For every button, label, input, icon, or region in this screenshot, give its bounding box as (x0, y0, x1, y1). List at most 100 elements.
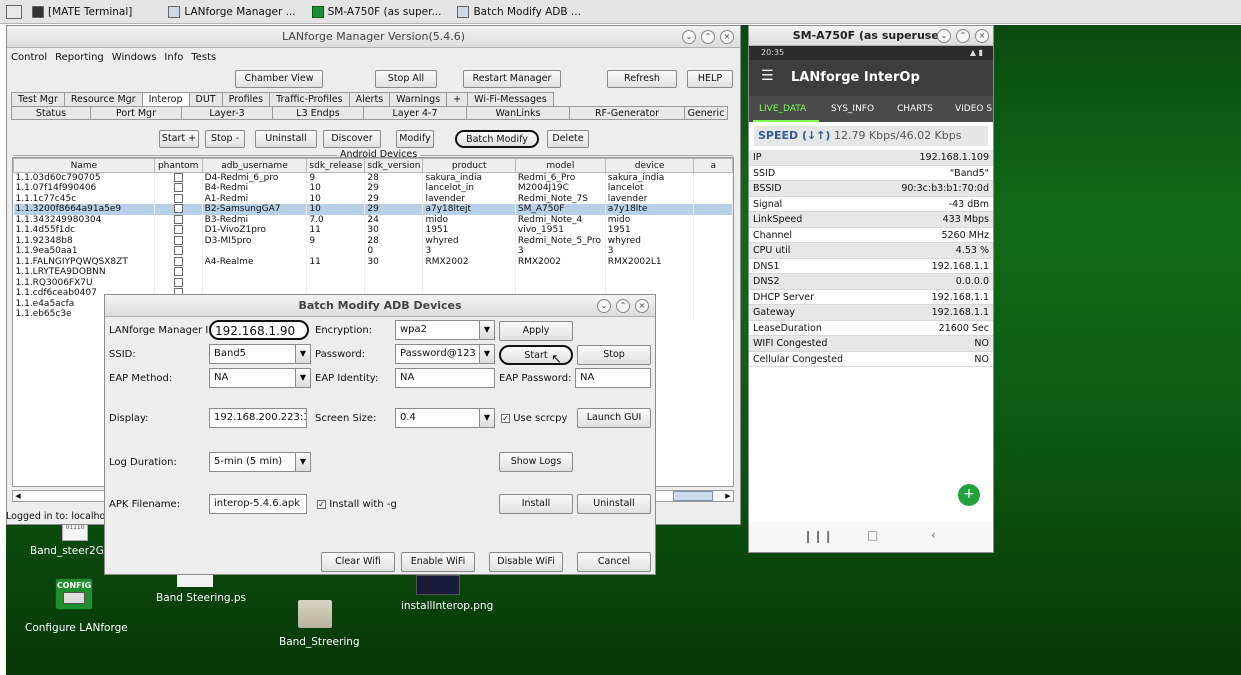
dialog-titlebar[interactable]: Batch Modify ADB Devices ⌄ ⌃ × (105, 295, 655, 317)
tab-alerts[interactable]: Alerts (348, 92, 391, 106)
scroll-left-icon[interactable]: ◀ (13, 491, 23, 501)
restart-manager-button[interactable]: Restart Manager (463, 70, 561, 88)
folder-icon[interactable] (298, 600, 332, 628)
desktop-icon-band-streering[interactable]: Band_Streering (279, 636, 360, 648)
recent-apps-icon[interactable]: ❙❙❙ (803, 529, 833, 543)
disable-wifi-button[interactable]: Disable WiFi (489, 552, 563, 572)
tab-charts[interactable]: CHARTS (897, 96, 933, 122)
minimize-icon[interactable]: ⌄ (597, 299, 611, 313)
phantom-checkbox[interactable] (173, 204, 183, 214)
close-icon[interactable]: × (720, 30, 734, 44)
table-row[interactable]: 1.1.9ea50aa1 0 3 3 3 (13, 246, 733, 257)
home-icon[interactable]: □ (867, 528, 878, 542)
tab-l3-endps[interactable]: L3 Endps (272, 106, 364, 120)
tab-interop[interactable]: Interop (141, 92, 190, 106)
tab-layer-4-7[interactable]: Layer 4-7 (363, 106, 467, 120)
uninstall-button[interactable]: Uninstall (255, 130, 317, 148)
eap-identity-field[interactable]: NA (395, 368, 495, 388)
taskbar-item-lanforge[interactable]: LANforge Manager ... (162, 2, 301, 22)
file-icon[interactable]: 01110 (62, 523, 88, 541)
col-sdk-release[interactable]: sdk_release (306, 158, 366, 173)
apk-filename-field[interactable]: interop-5.4.6.apk (209, 494, 307, 514)
phantom-checkbox[interactable] (173, 277, 183, 287)
close-icon[interactable]: × (635, 299, 649, 313)
chevron-down-icon[interactable]: ▼ (479, 344, 495, 364)
scroll-thumb[interactable] (673, 491, 713, 501)
install-with-g-checkbox[interactable]: ✓ Install with -g (317, 499, 397, 510)
checkbox-checked-icon[interactable]: ✓ (317, 499, 326, 509)
phantom-checkbox[interactable] (173, 267, 183, 277)
show-logs-button[interactable]: Show Logs (499, 452, 573, 472)
phantom-checkbox[interactable] (173, 235, 183, 245)
discover-button[interactable]: Discover (323, 130, 381, 148)
table-row[interactable]: 1.1.03d60c790705 D4-Redmi_6_pro 9 28 sakura_… (13, 172, 733, 183)
enable-wifi-button[interactable]: Enable WiFi (401, 552, 475, 572)
document-icon[interactable] (177, 575, 213, 587)
taskbar-item-terminal[interactable]: [MATE Terminal] (26, 2, 138, 22)
menu-info[interactable]: Info (164, 52, 183, 63)
stop-wifi-button[interactable]: Stop (577, 345, 651, 365)
maximize-icon[interactable]: ⌃ (701, 30, 715, 44)
clear-wifi-button[interactable]: Clear Wifi (321, 552, 395, 572)
cancel-button[interactable]: Cancel (577, 552, 651, 572)
desktop-icon-band-steering-ps[interactable]: Band Steering.ps (156, 592, 246, 604)
eap-method-select[interactable]: NA (209, 368, 297, 388)
col-phantom[interactable]: phantom (153, 158, 203, 173)
tab-resource-mgr[interactable]: Resource Mgr (63, 92, 143, 106)
col-product[interactable]: product (422, 158, 516, 173)
chevron-down-icon[interactable]: ▼ (295, 344, 311, 364)
password-field[interactable]: Password@123 (395, 344, 481, 364)
phantom-checkbox[interactable] (173, 225, 183, 235)
phantom-checkbox[interactable] (173, 173, 183, 182)
batch-modify-button[interactable]: Batch Modify (455, 130, 539, 148)
log-duration-select[interactable]: 5-min (5 min) (209, 452, 297, 472)
table-row[interactable]: 1.1.07f14f990406 B4-Redmi 10 29 lancelot_in M… (13, 183, 733, 194)
image-file-icon[interactable] (416, 575, 460, 595)
tab-add[interactable]: + (446, 92, 469, 106)
manager-ip-field[interactable]: 192.168.1.90 (209, 320, 309, 340)
hamburger-menu-icon[interactable]: ☰ (761, 68, 774, 84)
tab-wanlinks[interactable]: WanLinks (466, 106, 570, 120)
phantom-checkbox[interactable] (173, 193, 183, 203)
tab-wifi-messages[interactable]: Wi-Fi-Messages (467, 92, 554, 106)
use-scrcpy-checkbox[interactable]: ✓ Use scrcpy (501, 413, 567, 424)
config-icon[interactable]: CONFIG (55, 578, 93, 610)
table-row[interactable]: 1.1.LRYTEA9DOBNN (13, 267, 733, 278)
menu-icon[interactable] (6, 4, 22, 19)
tab-profiles[interactable]: Profiles (221, 92, 271, 106)
menu-tests[interactable]: Tests (191, 52, 216, 63)
eap-password-field[interactable]: NA (575, 368, 651, 388)
col-sdk-version[interactable]: sdk_version (364, 158, 424, 173)
table-row[interactable]: 1.1.343249980304 B3-Redmi 7.0 24 mido Redmi_N… (13, 214, 733, 225)
ssid-select[interactable]: Band5 (209, 344, 297, 364)
tab-live-data[interactable]: LIVE_DATA (759, 96, 806, 122)
col-device[interactable]: device (604, 158, 695, 173)
tab-video[interactable]: VIDEO S (955, 96, 992, 122)
minimize-icon[interactable]: ⌄ (682, 30, 696, 44)
phantom-checkbox[interactable] (173, 214, 183, 224)
phone-titlebar[interactable]: SM-A750F (as superuser) ⌄ ⌃ × (749, 26, 993, 46)
manager-titlebar[interactable]: LANforge Manager Version(5.4.6) ⌄ ⌃ × (7, 26, 740, 48)
chevron-down-icon[interactable]: ▼ (479, 408, 495, 428)
phantom-checkbox[interactable] (173, 246, 183, 256)
tab-warnings[interactable]: Warnings (389, 92, 448, 106)
tab-generic[interactable]: Generic (684, 106, 728, 120)
chevron-down-icon[interactable]: ▼ (295, 368, 311, 388)
help-button[interactable]: HELP (687, 70, 733, 88)
tab-dut[interactable]: DUT (188, 92, 223, 106)
desktop-icon-configure-lanforge[interactable]: Configure LANforge (25, 622, 128, 634)
desktop-icon-band-steer2g[interactable]: Band_steer2G.p (30, 545, 114, 557)
encryption-select[interactable]: wpa2 (395, 320, 481, 340)
tab-test-mgr[interactable]: Test Mgr (11, 92, 65, 106)
tab-status[interactable]: Status (11, 106, 91, 120)
menu-control[interactable]: Control (11, 52, 47, 63)
tab-layer-3[interactable]: Layer-3 (181, 106, 273, 120)
refresh-button[interactable]: Refresh (607, 70, 677, 88)
table-row[interactable]: 1.1.1c77c45c A1-Redmi 10 29 lavender Redmi_No… (13, 193, 733, 204)
install-button[interactable]: Install (499, 494, 573, 514)
stop-button[interactable]: Stop - (205, 130, 245, 148)
phantom-checkbox[interactable] (173, 183, 183, 193)
table-row[interactable]: 1.1.FALNGIYPQWQSX8ZT A4-Realme 11 30 RMX2002… (13, 256, 733, 267)
back-icon[interactable]: ‹ (931, 528, 936, 542)
tab-rf-generator[interactable]: RF-Generator (569, 106, 685, 120)
